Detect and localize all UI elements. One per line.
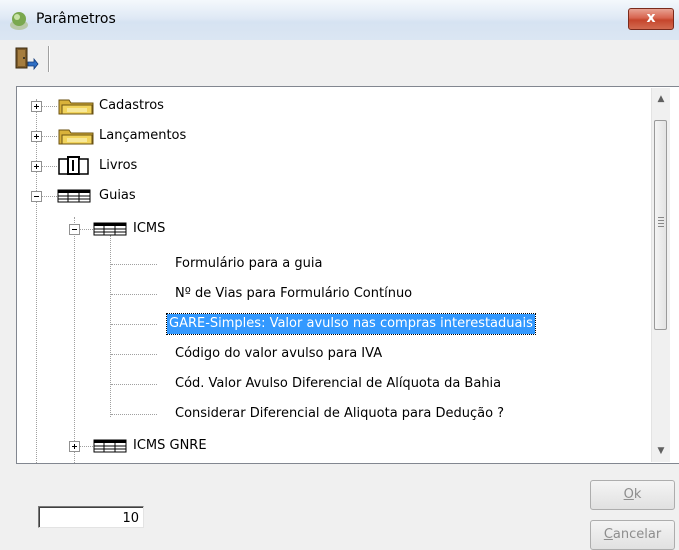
cancel-label-rest: ancelar xyxy=(612,527,662,542)
tree-branch-line xyxy=(111,414,157,415)
grip-icon xyxy=(658,217,664,229)
tree-node-label: ICMS GNRE xyxy=(133,438,207,453)
ok-mnemonic: O xyxy=(623,487,634,502)
expand-icon[interactable] xyxy=(31,101,42,112)
folder-icon xyxy=(58,99,94,115)
tree-node-label: Lançamentos xyxy=(99,128,187,143)
table-icon xyxy=(57,189,91,203)
ok-button[interactable]: Ok xyxy=(590,480,675,510)
tree-node-label: Nº de Vias para Formulário Contínuo xyxy=(175,286,413,301)
expand-icon[interactable] xyxy=(31,161,42,172)
ok-label-rest: k xyxy=(633,487,642,502)
expand-icon[interactable] xyxy=(31,131,42,142)
editor-panel: Ok Cancelar xyxy=(16,472,679,550)
tree-node-livros[interactable]: Livros xyxy=(17,154,657,178)
cancel-mnemonic: C xyxy=(603,527,613,542)
tree-leaf-numero-vias[interactable]: Nº de Vias para Formulário Contínuo xyxy=(17,282,657,306)
tree-scrollbar[interactable]: ▲ ▼ xyxy=(651,88,670,462)
tree-leaf-cod-bahia[interactable]: Cód. Valor Avulso Diferencial de Alíquot… xyxy=(17,372,657,396)
tree-node-label: Formulário para a guia xyxy=(175,256,323,271)
tree-node-icms-gnre[interactable]: ICMS GNRE xyxy=(17,434,657,458)
tree-leaf-gare-simples[interactable]: GARE-Simples: Valor avulso nas compras i… xyxy=(17,312,657,336)
folder-icon xyxy=(58,129,94,145)
window-title: Parâmetros xyxy=(36,11,116,27)
tree-branch-line xyxy=(80,229,93,230)
scroll-up-arrow-icon[interactable]: ▲ xyxy=(652,90,670,108)
tree-node-guias[interactable]: Guias xyxy=(17,184,657,208)
tree-leaf-codigo-iva[interactable]: Código do valor avulso para IVA xyxy=(17,342,657,366)
tree-branch-line xyxy=(42,196,57,197)
toolbar-separator xyxy=(48,46,50,72)
tree-node-label: Código do valor avulso para IVA xyxy=(175,346,383,361)
tree-node-label: Livros xyxy=(99,158,138,173)
close-icon: x xyxy=(646,10,656,26)
tree-node-label: Cadastros xyxy=(99,98,164,113)
close-button[interactable]: x xyxy=(628,8,674,30)
tree-node-label: Cód. Valor Avulso Diferencial de Alíquot… xyxy=(175,376,502,391)
tree-branch-line xyxy=(42,166,57,167)
parameters-tree[interactable]: Cadastros Lançamentos Livros Guias ICMS … xyxy=(16,86,679,464)
tree-branch-line xyxy=(111,264,157,265)
tree-branch-line xyxy=(111,354,157,355)
tree-leaf-formulario-guia[interactable]: Formulário para a guia xyxy=(17,252,657,276)
tree-branch-line xyxy=(111,384,157,385)
parameter-value-input[interactable] xyxy=(38,506,144,528)
tree-branch-line xyxy=(80,446,93,447)
tree-leaf-diferencial-deducao[interactable]: Considerar Diferencial de Aliquota para … xyxy=(17,402,657,426)
tree-branch-line xyxy=(42,106,57,107)
book-icon xyxy=(58,156,89,175)
tree-node-label: Considerar Diferencial de Aliquota para … xyxy=(175,406,505,421)
tree-node-label: ICMS xyxy=(133,221,166,236)
exit-door-icon[interactable] xyxy=(10,44,40,74)
table-icon xyxy=(93,222,127,236)
tree-node-label-selected: GARE-Simples: Valor avulso nas compras i… xyxy=(166,313,536,335)
tree-branch-line xyxy=(42,136,57,137)
collapse-icon[interactable] xyxy=(69,224,80,235)
app-icon xyxy=(10,12,28,30)
tree-branch-line xyxy=(111,294,157,295)
toolbar xyxy=(0,40,679,86)
cancel-button[interactable]: Cancelar xyxy=(590,520,675,550)
tree-node-lancamentos[interactable]: Lançamentos xyxy=(17,124,657,148)
title-bar: Parâmetros x xyxy=(0,0,679,41)
table-icon xyxy=(93,439,127,453)
tree-node-cadastros[interactable]: Cadastros xyxy=(17,94,657,118)
tree-node-label: Guias xyxy=(99,188,136,203)
scroll-down-arrow-icon[interactable]: ▼ xyxy=(652,442,670,460)
tree-node-icms[interactable]: ICMS xyxy=(17,217,657,241)
scroll-thumb[interactable] xyxy=(654,120,667,330)
collapse-icon[interactable] xyxy=(31,191,42,202)
tree-branch-line xyxy=(111,324,157,325)
expand-icon[interactable] xyxy=(69,441,80,452)
